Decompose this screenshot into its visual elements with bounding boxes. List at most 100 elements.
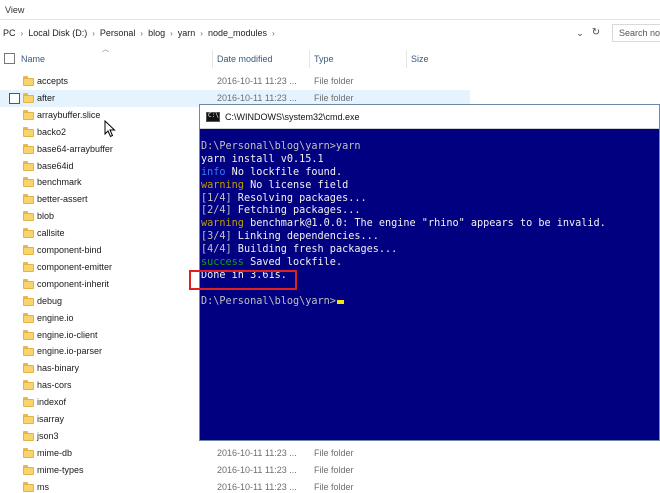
folder-icon <box>23 414 34 424</box>
search-input[interactable]: Search no <box>612 24 660 42</box>
file-name: json3 <box>37 430 59 441</box>
column-size[interactable]: Size <box>411 54 429 64</box>
folder-icon <box>23 380 34 391</box>
breadcrumb-item[interactable]: node_modules <box>208 28 267 38</box>
column-date-modified[interactable]: Date modified <box>217 54 273 64</box>
console-text: [2/4] <box>201 205 232 217</box>
folder-icon <box>23 160 34 171</box>
breadcrumb-item[interactable]: yarn <box>178 28 196 38</box>
file-name: callsite <box>37 228 65 239</box>
list-item[interactable]: ms 2016-10-11 11:23 ... File folder <box>0 479 470 493</box>
ribbon: View <box>0 0 660 20</box>
file-name: benchmark <box>37 177 82 188</box>
column-divider[interactable] <box>212 50 213 68</box>
sort-ascending-icon: ︿ <box>102 46 109 53</box>
mouse-cursor-icon <box>104 120 116 138</box>
folder-icon <box>23 126 34 137</box>
file-name: has-cors <box>37 380 72 391</box>
breadcrumb-separator-icon[interactable]: › <box>21 29 24 38</box>
console-line: [4/4] Building fresh packages... <box>201 244 659 257</box>
column-type[interactable]: Type <box>314 54 334 64</box>
folder-icon <box>23 76 34 86</box>
column-divider[interactable] <box>309 50 310 68</box>
console-text: Saved lockfile. <box>243 257 343 269</box>
folder-icon <box>23 261 34 272</box>
list-item[interactable]: mime-types 2016-10-11 11:23 ... File folde… <box>0 462 470 479</box>
file-name: better-assert <box>37 194 88 205</box>
file-type: File folder <box>314 481 354 492</box>
folder-icon <box>23 329 34 340</box>
console-text: benchmark@1.0.0: The engine "rhino" appe… <box>243 218 606 230</box>
refresh-icon[interactable]: ↻ <box>590 26 602 40</box>
breadcrumb-separator-icon[interactable]: › <box>140 29 143 38</box>
file-name: after <box>37 92 56 103</box>
list-item[interactable]: accepts 2016-10-11 11:23 ... File folder <box>0 73 470 90</box>
cmd-title: C:\WINDOWS\system32\cmd.exe <box>225 112 360 122</box>
console-line: success Saved lockfile. <box>201 257 659 270</box>
address-bar: PC › Local Disk (D:) › Personal › blog › yarn › no… <box>0 22 660 44</box>
folder-icon <box>23 430 34 441</box>
row-checkbox[interactable] <box>9 92 20 104</box>
file-date: 2016-10-11 11:23 ... <box>217 464 297 475</box>
list-item[interactable]: mime-db 2016-10-11 11:23 ... File folder <box>0 445 470 462</box>
folder-icon <box>23 295 34 306</box>
console-text: D:\Personal\blog\yarn> <box>201 295 336 307</box>
folder-icon <box>23 109 34 120</box>
breadcrumb-item[interactable]: PC <box>3 28 16 38</box>
breadcrumb-separator-icon[interactable]: › <box>170 29 173 38</box>
file-date: 2016-10-11 11:23 ... <box>217 481 297 492</box>
console-text: [4/4] <box>201 244 232 256</box>
cmd-title-bar[interactable]: C:\ C:\WINDOWS\system32\cmd.exe <box>200 105 659 129</box>
column-headers: ︿ Name Date modified Type Size <box>0 46 660 70</box>
file-type: File folder <box>314 76 354 86</box>
console-text: success <box>201 257 244 269</box>
folder-icon <box>23 397 34 408</box>
breadcrumb-separator-icon[interactable]: › <box>92 29 95 38</box>
folder-icon <box>23 278 34 289</box>
console-line: [3/4] Linking dependencies... <box>201 231 659 244</box>
folder-icon <box>23 194 34 205</box>
console-line: warning No license field <box>201 180 659 193</box>
breadcrumb-separator-icon[interactable]: › <box>200 29 203 38</box>
breadcrumb-item[interactable]: Personal <box>100 28 136 38</box>
folder-icon <box>23 177 34 188</box>
file-name: base64-arraybuffer <box>37 143 113 154</box>
file-name: ms <box>37 481 49 492</box>
file-type: File folder <box>314 464 354 475</box>
highlight-box <box>189 270 297 290</box>
file-date: 2016-10-11 11:23 ... <box>217 447 297 458</box>
select-all-checkbox[interactable] <box>4 53 15 64</box>
file-name: indexof <box>37 397 67 408</box>
console-line: [1/4] Resolving packages... <box>201 193 659 206</box>
file-date: 2016-10-11 11:23 ... <box>217 92 297 103</box>
folder-icon <box>23 447 34 458</box>
console-line: D:\Personal\blog\yarn> <box>201 296 659 309</box>
file-type: File folder <box>314 92 354 103</box>
file-name: engine.io <box>37 312 74 323</box>
console-text: yarn install v0.15.1 <box>201 153 324 165</box>
breadcrumb-item[interactable]: blog <box>148 28 165 38</box>
console-text: warning <box>201 218 244 230</box>
file-name: mime-types <box>37 464 84 475</box>
folder-icon <box>23 211 34 222</box>
file-name: mime-db <box>37 447 73 458</box>
console-line: [2/4] Fetching packages... <box>201 205 659 218</box>
column-divider[interactable] <box>406 50 407 68</box>
folder-icon <box>23 143 34 154</box>
file-name: component-bind <box>37 245 102 255</box>
folder-icon <box>23 228 34 239</box>
file-name: debug <box>37 295 63 306</box>
breadcrumb[interactable]: PC › Local Disk (D:) › Personal › blog › yarn › no… <box>0 22 575 44</box>
address-dropdown-icon[interactable]: ⌄ <box>574 27 586 39</box>
console-text: Building fresh packages... <box>231 244 398 256</box>
column-name[interactable]: Name <box>21 54 45 64</box>
file-name: accepts <box>37 76 69 86</box>
file-name: component-inherit <box>37 278 110 289</box>
file-name: blob <box>37 211 55 222</box>
console-line: yarn install v0.15.1 <box>201 154 659 167</box>
breadcrumb-separator-icon[interactable]: › <box>272 29 275 38</box>
folder-icon <box>23 481 34 492</box>
ribbon-tab-view[interactable]: View <box>5 5 24 15</box>
breadcrumb-item[interactable]: Local Disk (D:) <box>28 28 87 38</box>
console-text: Linking dependencies... <box>231 231 379 243</box>
